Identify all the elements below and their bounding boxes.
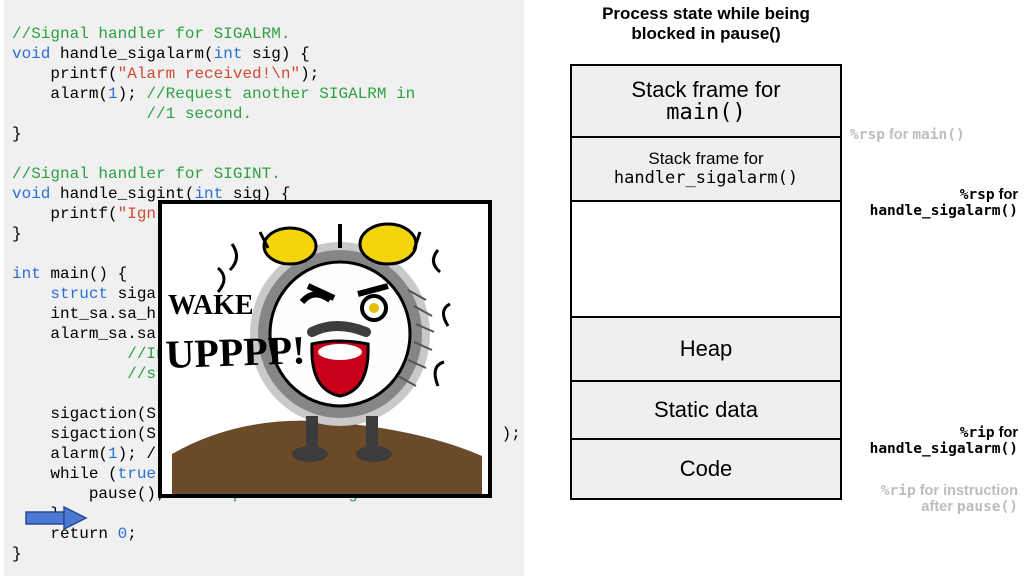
ann-rsp-handler: %rsp for handle_sigalarm() [848, 188, 1018, 220]
ann-rip-pause: %rip for instruction after pause() [848, 484, 1018, 516]
code-region: Code [572, 440, 840, 498]
diagram-title: Process state while being blocked in pau… [570, 4, 842, 43]
memory-stack: Stack frame for main() Stack frame for h… [570, 64, 842, 500]
alarm-clock-illustration: WAKE UPPPP! [158, 200, 492, 498]
current-line-arrow-icon [24, 505, 88, 531]
ann-rsp-main: %rsp for main() [850, 128, 1020, 144]
static-data-region: Static data [572, 382, 840, 440]
heap-region: Heap [572, 318, 840, 382]
memory-diagram-panel: Process state while being blocked in pau… [560, 0, 1020, 576]
code-panel: //Signal handler for SIGALRM. void handl… [4, 0, 524, 576]
stack-gap [572, 202, 840, 318]
stack-handler-frame: Stack frame for handler_sigalarm() [572, 138, 840, 202]
svg-text:WAKE: WAKE [168, 290, 254, 321]
svg-text:UPPPP!: UPPPP! [165, 327, 306, 377]
ann-rip-handler: %rip for handle_sigalarm() [848, 426, 1018, 458]
stack-main-frame: Stack frame for main() [572, 66, 840, 138]
